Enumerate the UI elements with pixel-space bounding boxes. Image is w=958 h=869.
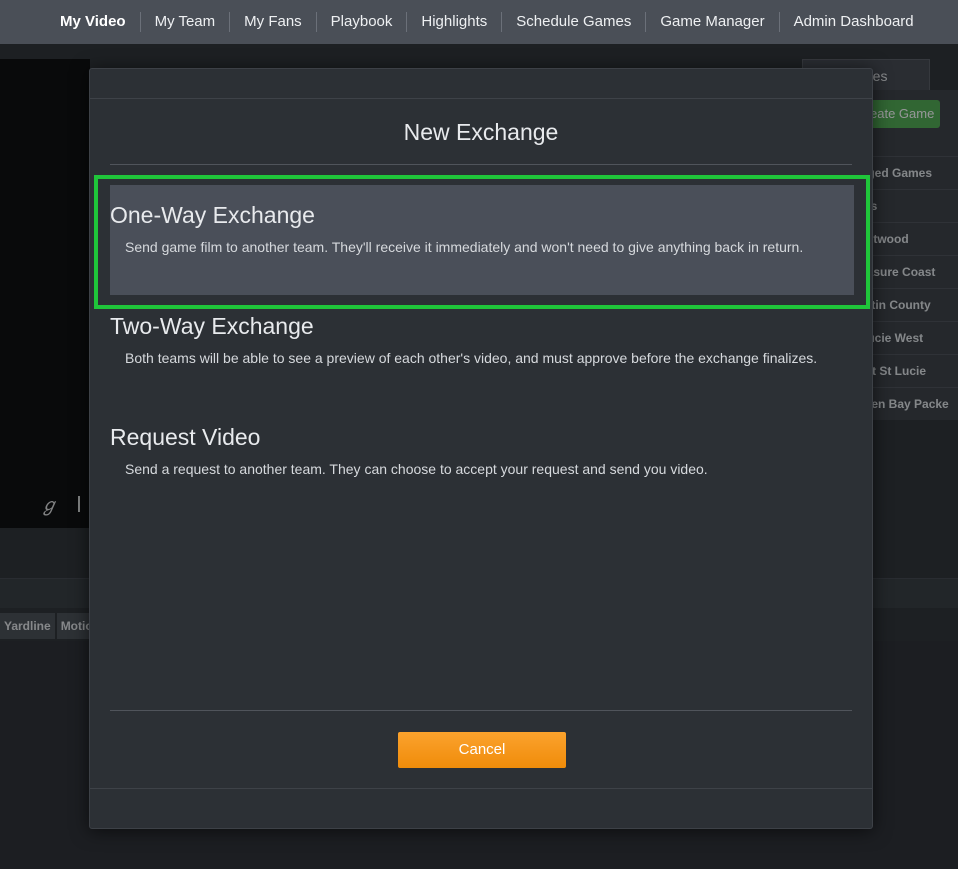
dialog-title: New Exchange [403,119,559,145]
dialog-header-strip [90,69,872,99]
divider [110,710,852,711]
option-two-way-exchange[interactable]: Two-Way Exchange Both teams will be able… [110,312,854,402]
nav-admin-dashboard[interactable]: Admin Dashboard [780,12,928,32]
selection-highlight [94,175,870,309]
nav-my-team[interactable]: My Team [141,12,231,32]
top-navigation: My Video My Team My Fans Playbook Highli… [0,0,958,44]
option-description: Both teams will be able to see a preview… [125,350,818,366]
nav-schedule-games[interactable]: Schedule Games [502,12,647,32]
nav-playbook[interactable]: Playbook [317,12,408,32]
nav-my-fans[interactable]: My Fans [230,12,317,32]
option-request-video[interactable]: Request Video Send a request to another … [110,423,854,493]
option-title: Two-Way Exchange [110,313,314,339]
dialog-footer-strip [90,788,872,828]
option-description: Send a request to another team. They can… [125,461,708,477]
cancel-button[interactable]: Cancel [398,732,566,768]
divider [110,164,852,165]
nav-game-manager[interactable]: Game Manager [646,12,780,32]
new-exchange-dialog: New Exchange One-Way Exchange Send game … [89,68,873,829]
option-title: Request Video [110,424,261,450]
nav-my-video[interactable]: My Video [46,12,141,32]
nav-highlights[interactable]: Highlights [407,12,503,32]
